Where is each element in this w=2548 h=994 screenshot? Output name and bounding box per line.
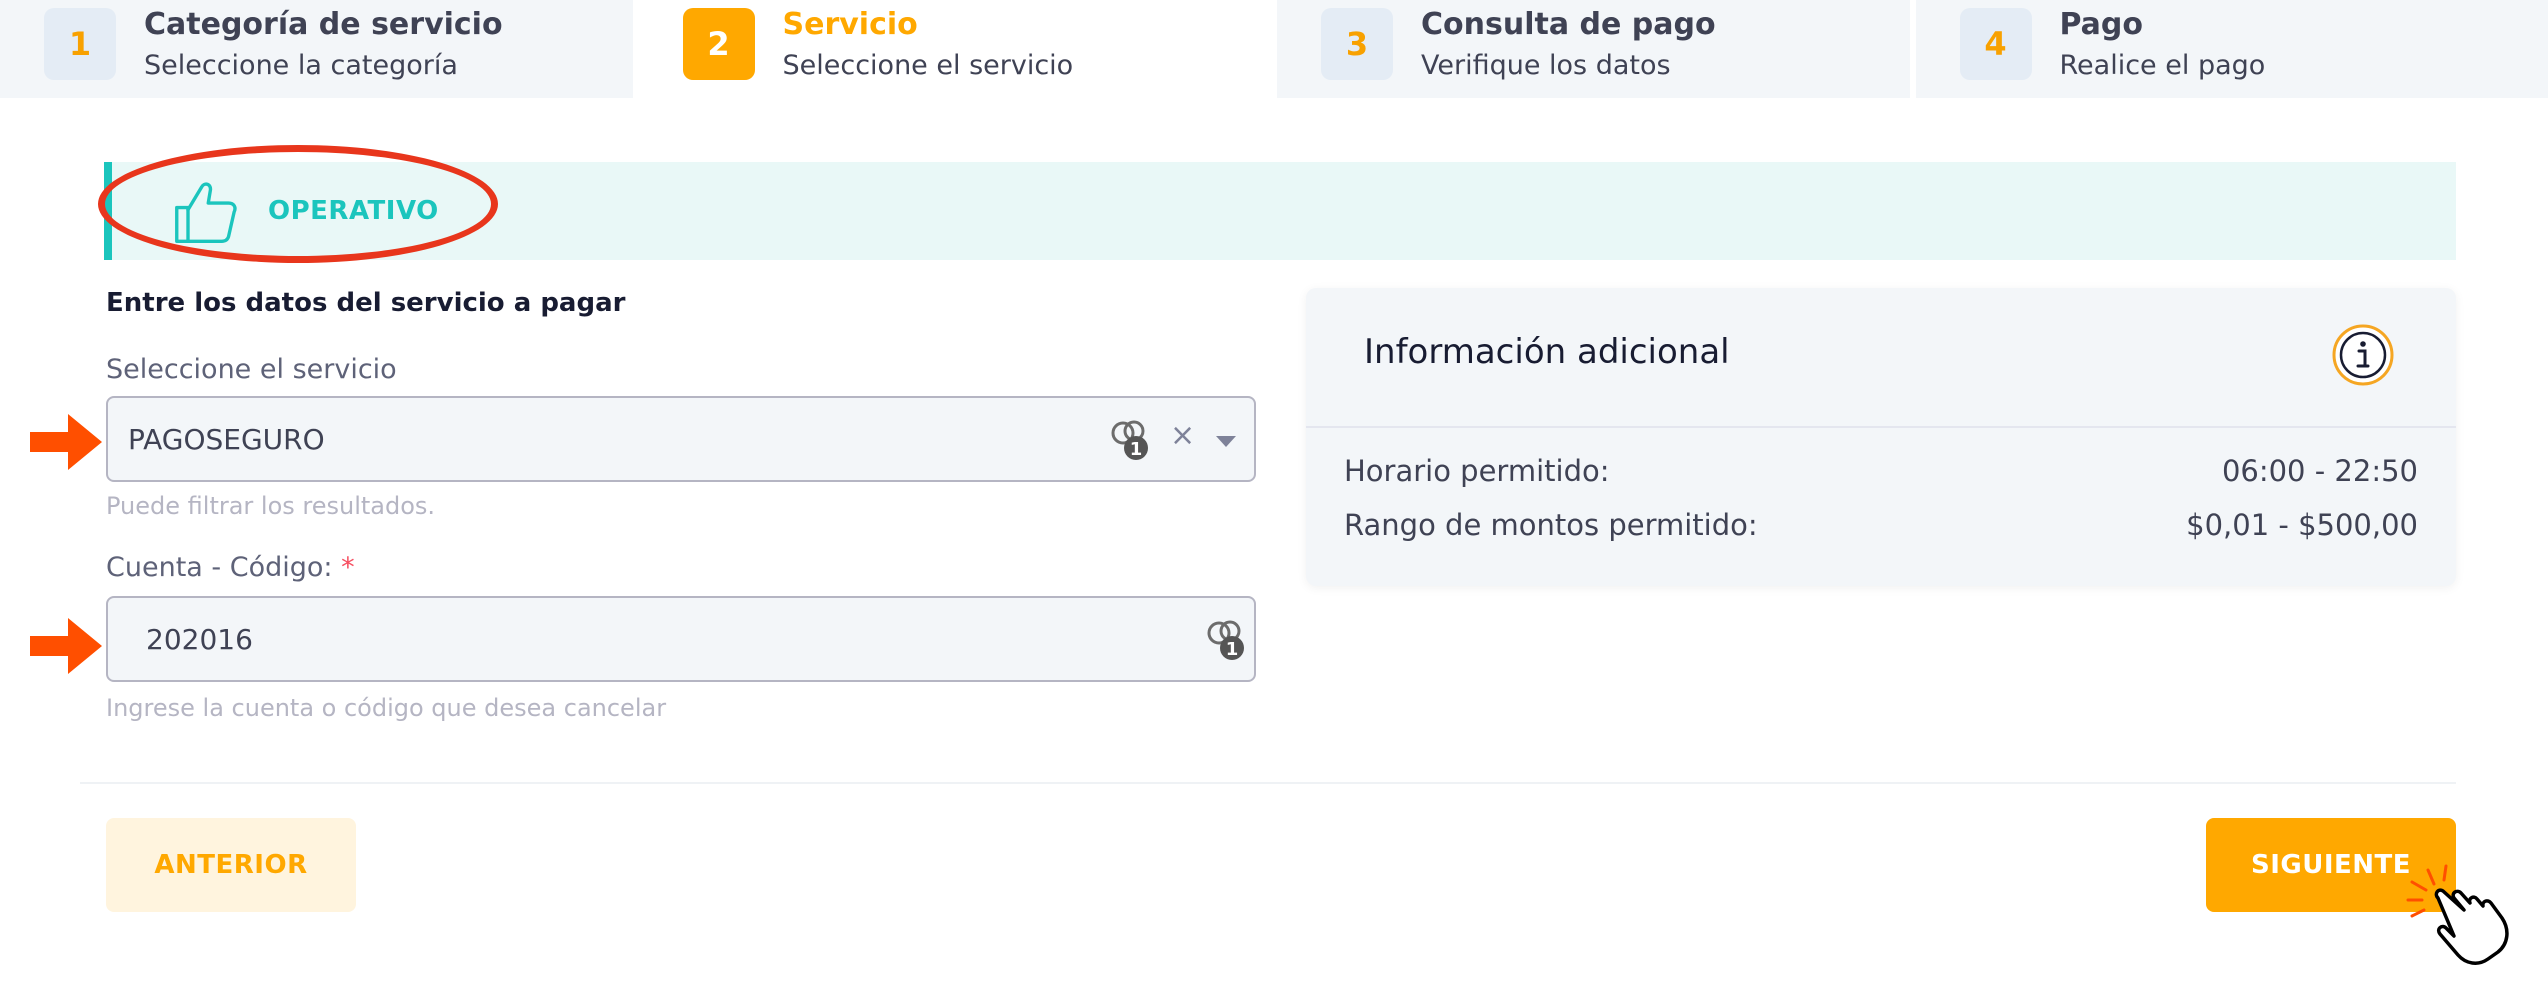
step-subtitle: Seleccione la categoría xyxy=(144,50,458,81)
step-number: 3 xyxy=(1321,8,1393,80)
step-title: Servicio xyxy=(782,7,918,42)
arrow-right-icon xyxy=(30,618,102,674)
account-code-input[interactable]: 202016 1 xyxy=(106,596,1256,682)
step-subtitle: Verifique los datos xyxy=(1421,50,1671,81)
divider xyxy=(80,782,2456,784)
annotation-ellipse xyxy=(98,145,498,263)
step-number: 4 xyxy=(1959,8,2032,80)
step-title: Categoría de servicio xyxy=(144,7,503,42)
divider xyxy=(1306,426,2456,428)
password-manager-icon[interactable]: 1 xyxy=(1204,618,1248,662)
info-row-value: 06:00 - 22:50 xyxy=(2221,454,2418,488)
clear-icon[interactable]: × xyxy=(1170,418,1195,453)
step-title: Consulta de pago xyxy=(1421,7,1716,42)
account-hint: Ingrese la cuenta o código que desea can… xyxy=(106,694,667,722)
step-subtitle: Seleccione el servicio xyxy=(782,50,1074,81)
hand-cursor-icon xyxy=(2406,864,2509,965)
info-row-schedule: Horario permitido: 06:00 - 22:50 xyxy=(1344,454,2418,488)
step-subtitle: Realice el pago xyxy=(2059,50,2266,81)
step-service[interactable]: 2 Servicio Seleccione el servicio xyxy=(638,0,1277,98)
info-row-label: Horario permitido: xyxy=(1344,454,1610,488)
account-label: Cuenta - Código: * xyxy=(106,552,355,583)
form-heading: Entre los datos del servicio a pagar xyxy=(106,288,626,318)
info-row-value: $0,01 - $500,00 xyxy=(2186,508,2418,542)
step-number: 1 xyxy=(44,8,116,80)
chevron-down-icon[interactable] xyxy=(1216,436,1236,447)
info-row-label: Rango de montos permitido: xyxy=(1344,508,1758,542)
required-mark: * xyxy=(341,552,355,583)
svg-text:1: 1 xyxy=(1130,439,1143,460)
wizard-stepper: 1 Categoría de servicio Seleccione la ca… xyxy=(0,0,2548,98)
service-label: Seleccione el servicio xyxy=(106,354,397,385)
svg-text:1: 1 xyxy=(1226,639,1239,660)
additional-info-card: Información adicional Horario permitido:… xyxy=(1306,288,2456,586)
info-icon[interactable] xyxy=(2332,324,2394,386)
step-title: Pago xyxy=(2059,7,2144,42)
step-payment[interactable]: 4 Pago Realice el pago xyxy=(1915,0,2548,98)
step-category[interactable]: 1 Categoría de servicio Seleccione la ca… xyxy=(0,0,639,98)
service-hint: Puede filtrar los resultados. xyxy=(106,492,436,520)
account-code-value: 202016 xyxy=(146,622,253,656)
arrow-right-icon xyxy=(30,414,102,470)
password-manager-icon[interactable]: 1 xyxy=(1108,418,1152,462)
step-number: 2 xyxy=(682,8,755,80)
previous-button[interactable]: ANTERIOR xyxy=(106,818,356,912)
service-select[interactable]: PAGOSEGURO 1 × xyxy=(106,396,1256,482)
service-select-value: PAGOSEGURO xyxy=(128,422,325,456)
step-payment-inquiry[interactable]: 3 Consulta de pago Verifique los datos xyxy=(1277,0,1916,98)
info-card-title: Información adicional xyxy=(1364,332,1730,372)
info-row-amount-range: Rango de montos permitido: $0,01 - $500,… xyxy=(1344,508,2418,542)
